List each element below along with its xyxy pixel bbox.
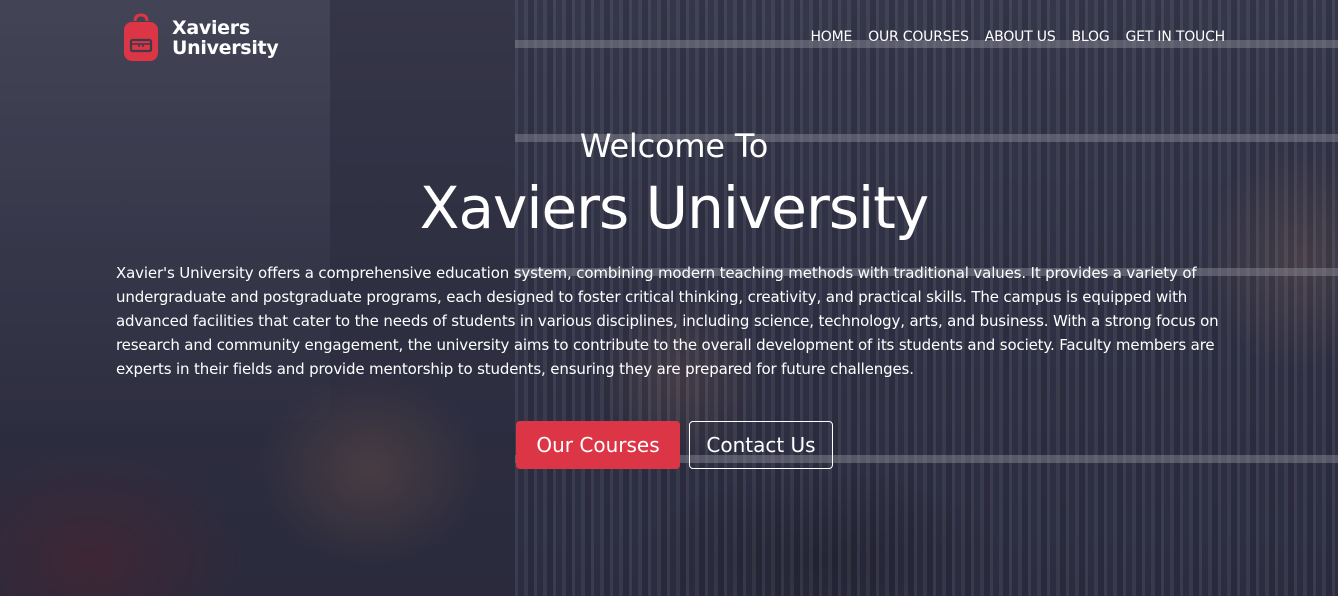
our-courses-button[interactable]: Our Courses — [516, 421, 680, 469]
hero-welcome-text: Welcome To — [579, 127, 769, 165]
brand-name-line2: University — [172, 37, 279, 59]
brand-logo[interactable]: Xaviers University — [122, 13, 279, 63]
nav-item-get-in-touch[interactable]: GET IN TOUCH — [1126, 29, 1226, 45]
nav-item-about-us[interactable]: ABOUT US — [985, 29, 1056, 45]
hero-description: Xavier's University offers a comprehensi… — [116, 264, 1219, 378]
hero-buttons: Our Courses Contact Us — [516, 421, 833, 469]
brand-name: Xaviers University — [172, 17, 279, 59]
hero-title: Xaviers University — [419, 174, 929, 242]
site-header: Xaviers University HOME OUR COURSES ABOU… — [0, 0, 1338, 76]
main-nav: HOME OUR COURSES ABOUT US BLOG GET IN TO… — [810, 29, 1225, 45]
hero-section: Xaviers University HOME OUR COURSES ABOU… — [0, 0, 1338, 596]
nav-item-home[interactable]: HOME — [810, 29, 852, 45]
backpack-icon — [124, 13, 158, 61]
nav-item-our-courses[interactable]: OUR COURSES — [868, 29, 969, 45]
nav-item-blog[interactable]: BLOG — [1072, 29, 1110, 45]
contact-us-button[interactable]: Contact Us — [689, 421, 833, 469]
brand-name-line1: Xaviers — [172, 17, 250, 39]
